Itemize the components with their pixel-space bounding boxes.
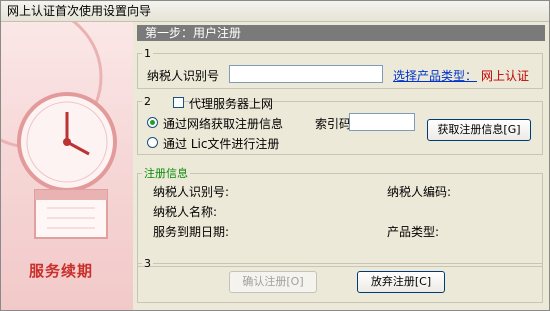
radio-network-label: 通过网络获取注册信息 bbox=[163, 117, 284, 131]
index-code-label: 索引码 bbox=[315, 117, 352, 131]
index-code-input[interactable] bbox=[349, 113, 415, 131]
reg-service-expiry-label: 服务到期日期: bbox=[153, 225, 230, 239]
sidebar-panel: 服务续期 bbox=[1, 22, 133, 310]
group-3-legend: 3 bbox=[144, 257, 151, 270]
registration-info-legend: 注册信息 bbox=[144, 167, 188, 180]
window-title: 网上认证首次使用设置向导 bbox=[1, 1, 549, 22]
confirm-register-button[interactable]: 确认注册[O] bbox=[229, 271, 317, 293]
reg-taxpayer-code-label: 纳税人编码: bbox=[387, 185, 452, 199]
proxy-checkbox[interactable] bbox=[173, 97, 184, 108]
main-panel: 第一步：用户注册 1 纳税人识别号 选择产品类型： 网上认证 2 代理服务器上网… bbox=[137, 25, 545, 305]
select-product-type-link[interactable]: 选择产品类型： bbox=[393, 67, 477, 84]
proxy-label: 代理服务器上网 bbox=[189, 97, 274, 111]
taxpayer-id-label: 纳税人识别号 bbox=[147, 69, 220, 83]
product-type-value: 网上认证 bbox=[481, 69, 530, 83]
group-1-legend: 1 bbox=[144, 47, 151, 60]
wizard-window: 网上认证首次使用设置向导 服务续期 第一步：用户注册 1 纳税人识别号 选择产品… bbox=[0, 0, 550, 311]
radio-network-register[interactable] bbox=[147, 117, 158, 128]
fetch-register-info-button[interactable]: 获取注册信息[G] bbox=[427, 119, 531, 141]
radio-lic-register[interactable] bbox=[147, 137, 158, 148]
reg-product-type-label: 产品类型: bbox=[387, 225, 440, 239]
group-3: 3 bbox=[137, 257, 543, 303]
service-renew-text: 服务续期 bbox=[29, 262, 94, 280]
reg-taxpayer-id-label: 纳税人识别号: bbox=[153, 185, 230, 199]
step-title-bar: 第一步：用户注册 bbox=[137, 25, 545, 41]
clock-calendar-illustration bbox=[1, 22, 117, 239]
cancel-register-button[interactable]: 放弃注册[C] bbox=[357, 271, 445, 293]
radio-lic-label: 通过 Lic文件进行注册 bbox=[163, 137, 280, 151]
taxpayer-id-input[interactable] bbox=[229, 65, 383, 83]
reg-taxpayer-name-label: 纳税人名称: bbox=[153, 205, 218, 219]
